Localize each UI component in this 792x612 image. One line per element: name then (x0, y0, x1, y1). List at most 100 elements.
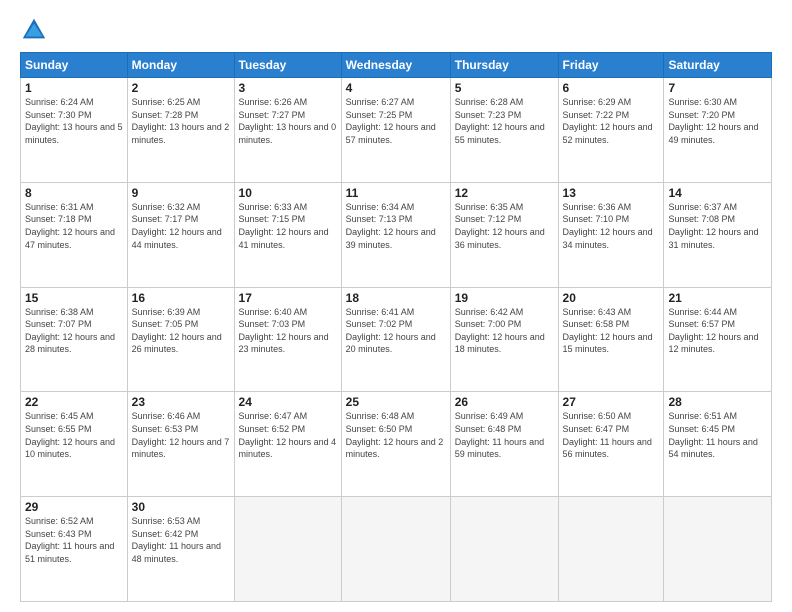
day-cell: 29 Sunrise: 6:52 AMSunset: 6:43 PMDaylig… (21, 497, 128, 602)
day-number: 19 (455, 291, 554, 305)
day-cell: 18 Sunrise: 6:41 AMSunset: 7:02 PMDaylig… (341, 287, 450, 392)
day-number: 26 (455, 395, 554, 409)
week-row-2: 15 Sunrise: 6:38 AMSunset: 7:07 PMDaylig… (21, 287, 772, 392)
day-info: Sunrise: 6:43 AMSunset: 6:58 PMDaylight:… (563, 306, 660, 356)
day-info: Sunrise: 6:29 AMSunset: 7:22 PMDaylight:… (563, 96, 660, 146)
day-number: 15 (25, 291, 123, 305)
day-number: 3 (239, 81, 337, 95)
day-number: 14 (668, 186, 767, 200)
page: SundayMondayTuesdayWednesdayThursdayFrid… (0, 0, 792, 612)
day-number: 29 (25, 500, 123, 514)
day-number: 9 (132, 186, 230, 200)
day-info: Sunrise: 6:24 AMSunset: 7:30 PMDaylight:… (25, 96, 123, 146)
header-cell-thursday: Thursday (450, 53, 558, 78)
day-info: Sunrise: 6:35 AMSunset: 7:12 PMDaylight:… (455, 201, 554, 251)
day-cell (450, 497, 558, 602)
header (20, 16, 772, 44)
day-number: 28 (668, 395, 767, 409)
day-cell: 14 Sunrise: 6:37 AMSunset: 7:08 PMDaylig… (664, 182, 772, 287)
day-cell: 21 Sunrise: 6:44 AMSunset: 6:57 PMDaylig… (664, 287, 772, 392)
day-cell: 30 Sunrise: 6:53 AMSunset: 6:42 PMDaylig… (127, 497, 234, 602)
day-number: 12 (455, 186, 554, 200)
day-info: Sunrise: 6:48 AMSunset: 6:50 PMDaylight:… (346, 410, 446, 460)
calendar-table: SundayMondayTuesdayWednesdayThursdayFrid… (20, 52, 772, 602)
day-info: Sunrise: 6:41 AMSunset: 7:02 PMDaylight:… (346, 306, 446, 356)
day-info: Sunrise: 6:25 AMSunset: 7:28 PMDaylight:… (132, 96, 230, 146)
day-number: 16 (132, 291, 230, 305)
day-cell: 6 Sunrise: 6:29 AMSunset: 7:22 PMDayligh… (558, 78, 664, 183)
day-cell: 1 Sunrise: 6:24 AMSunset: 7:30 PMDayligh… (21, 78, 128, 183)
day-info: Sunrise: 6:31 AMSunset: 7:18 PMDaylight:… (25, 201, 123, 251)
day-cell: 8 Sunrise: 6:31 AMSunset: 7:18 PMDayligh… (21, 182, 128, 287)
day-info: Sunrise: 6:33 AMSunset: 7:15 PMDaylight:… (239, 201, 337, 251)
day-number: 11 (346, 186, 446, 200)
header-cell-wednesday: Wednesday (341, 53, 450, 78)
header-cell-tuesday: Tuesday (234, 53, 341, 78)
day-cell: 10 Sunrise: 6:33 AMSunset: 7:15 PMDaylig… (234, 182, 341, 287)
day-cell: 23 Sunrise: 6:46 AMSunset: 6:53 PMDaylig… (127, 392, 234, 497)
day-number: 20 (563, 291, 660, 305)
day-number: 10 (239, 186, 337, 200)
day-cell: 7 Sunrise: 6:30 AMSunset: 7:20 PMDayligh… (664, 78, 772, 183)
logo (20, 16, 52, 44)
day-number: 5 (455, 81, 554, 95)
day-info: Sunrise: 6:49 AMSunset: 6:48 PMDaylight:… (455, 410, 554, 460)
day-number: 23 (132, 395, 230, 409)
logo-icon (20, 16, 48, 44)
day-cell: 24 Sunrise: 6:47 AMSunset: 6:52 PMDaylig… (234, 392, 341, 497)
day-number: 8 (25, 186, 123, 200)
day-info: Sunrise: 6:42 AMSunset: 7:00 PMDaylight:… (455, 306, 554, 356)
day-cell: 19 Sunrise: 6:42 AMSunset: 7:00 PMDaylig… (450, 287, 558, 392)
day-number: 18 (346, 291, 446, 305)
day-info: Sunrise: 6:47 AMSunset: 6:52 PMDaylight:… (239, 410, 337, 460)
day-cell: 15 Sunrise: 6:38 AMSunset: 7:07 PMDaylig… (21, 287, 128, 392)
day-cell (664, 497, 772, 602)
day-cell: 2 Sunrise: 6:25 AMSunset: 7:28 PMDayligh… (127, 78, 234, 183)
day-info: Sunrise: 6:50 AMSunset: 6:47 PMDaylight:… (563, 410, 660, 460)
day-info: Sunrise: 6:40 AMSunset: 7:03 PMDaylight:… (239, 306, 337, 356)
day-info: Sunrise: 6:34 AMSunset: 7:13 PMDaylight:… (346, 201, 446, 251)
day-cell (341, 497, 450, 602)
day-info: Sunrise: 6:38 AMSunset: 7:07 PMDaylight:… (25, 306, 123, 356)
header-cell-friday: Friday (558, 53, 664, 78)
day-cell (558, 497, 664, 602)
day-number: 2 (132, 81, 230, 95)
day-info: Sunrise: 6:53 AMSunset: 6:42 PMDaylight:… (132, 515, 230, 565)
week-row-3: 22 Sunrise: 6:45 AMSunset: 6:55 PMDaylig… (21, 392, 772, 497)
day-number: 21 (668, 291, 767, 305)
day-info: Sunrise: 6:26 AMSunset: 7:27 PMDaylight:… (239, 96, 337, 146)
day-number: 4 (346, 81, 446, 95)
header-row: SundayMondayTuesdayWednesdayThursdayFrid… (21, 53, 772, 78)
day-info: Sunrise: 6:28 AMSunset: 7:23 PMDaylight:… (455, 96, 554, 146)
day-cell: 4 Sunrise: 6:27 AMSunset: 7:25 PMDayligh… (341, 78, 450, 183)
day-cell: 3 Sunrise: 6:26 AMSunset: 7:27 PMDayligh… (234, 78, 341, 183)
day-number: 30 (132, 500, 230, 514)
day-info: Sunrise: 6:52 AMSunset: 6:43 PMDaylight:… (25, 515, 123, 565)
day-cell: 22 Sunrise: 6:45 AMSunset: 6:55 PMDaylig… (21, 392, 128, 497)
day-info: Sunrise: 6:32 AMSunset: 7:17 PMDaylight:… (132, 201, 230, 251)
day-info: Sunrise: 6:39 AMSunset: 7:05 PMDaylight:… (132, 306, 230, 356)
day-info: Sunrise: 6:30 AMSunset: 7:20 PMDaylight:… (668, 96, 767, 146)
day-cell: 5 Sunrise: 6:28 AMSunset: 7:23 PMDayligh… (450, 78, 558, 183)
day-info: Sunrise: 6:36 AMSunset: 7:10 PMDaylight:… (563, 201, 660, 251)
day-cell: 20 Sunrise: 6:43 AMSunset: 6:58 PMDaylig… (558, 287, 664, 392)
day-number: 24 (239, 395, 337, 409)
header-cell-saturday: Saturday (664, 53, 772, 78)
day-cell: 12 Sunrise: 6:35 AMSunset: 7:12 PMDaylig… (450, 182, 558, 287)
day-cell: 25 Sunrise: 6:48 AMSunset: 6:50 PMDaylig… (341, 392, 450, 497)
day-cell: 16 Sunrise: 6:39 AMSunset: 7:05 PMDaylig… (127, 287, 234, 392)
week-row-0: 1 Sunrise: 6:24 AMSunset: 7:30 PMDayligh… (21, 78, 772, 183)
day-info: Sunrise: 6:46 AMSunset: 6:53 PMDaylight:… (132, 410, 230, 460)
day-cell: 26 Sunrise: 6:49 AMSunset: 6:48 PMDaylig… (450, 392, 558, 497)
day-number: 25 (346, 395, 446, 409)
week-row-1: 8 Sunrise: 6:31 AMSunset: 7:18 PMDayligh… (21, 182, 772, 287)
day-number: 17 (239, 291, 337, 305)
day-info: Sunrise: 6:45 AMSunset: 6:55 PMDaylight:… (25, 410, 123, 460)
header-cell-sunday: Sunday (21, 53, 128, 78)
day-cell: 9 Sunrise: 6:32 AMSunset: 7:17 PMDayligh… (127, 182, 234, 287)
header-cell-monday: Monday (127, 53, 234, 78)
day-number: 1 (25, 81, 123, 95)
day-cell: 11 Sunrise: 6:34 AMSunset: 7:13 PMDaylig… (341, 182, 450, 287)
week-row-4: 29 Sunrise: 6:52 AMSunset: 6:43 PMDaylig… (21, 497, 772, 602)
day-number: 6 (563, 81, 660, 95)
